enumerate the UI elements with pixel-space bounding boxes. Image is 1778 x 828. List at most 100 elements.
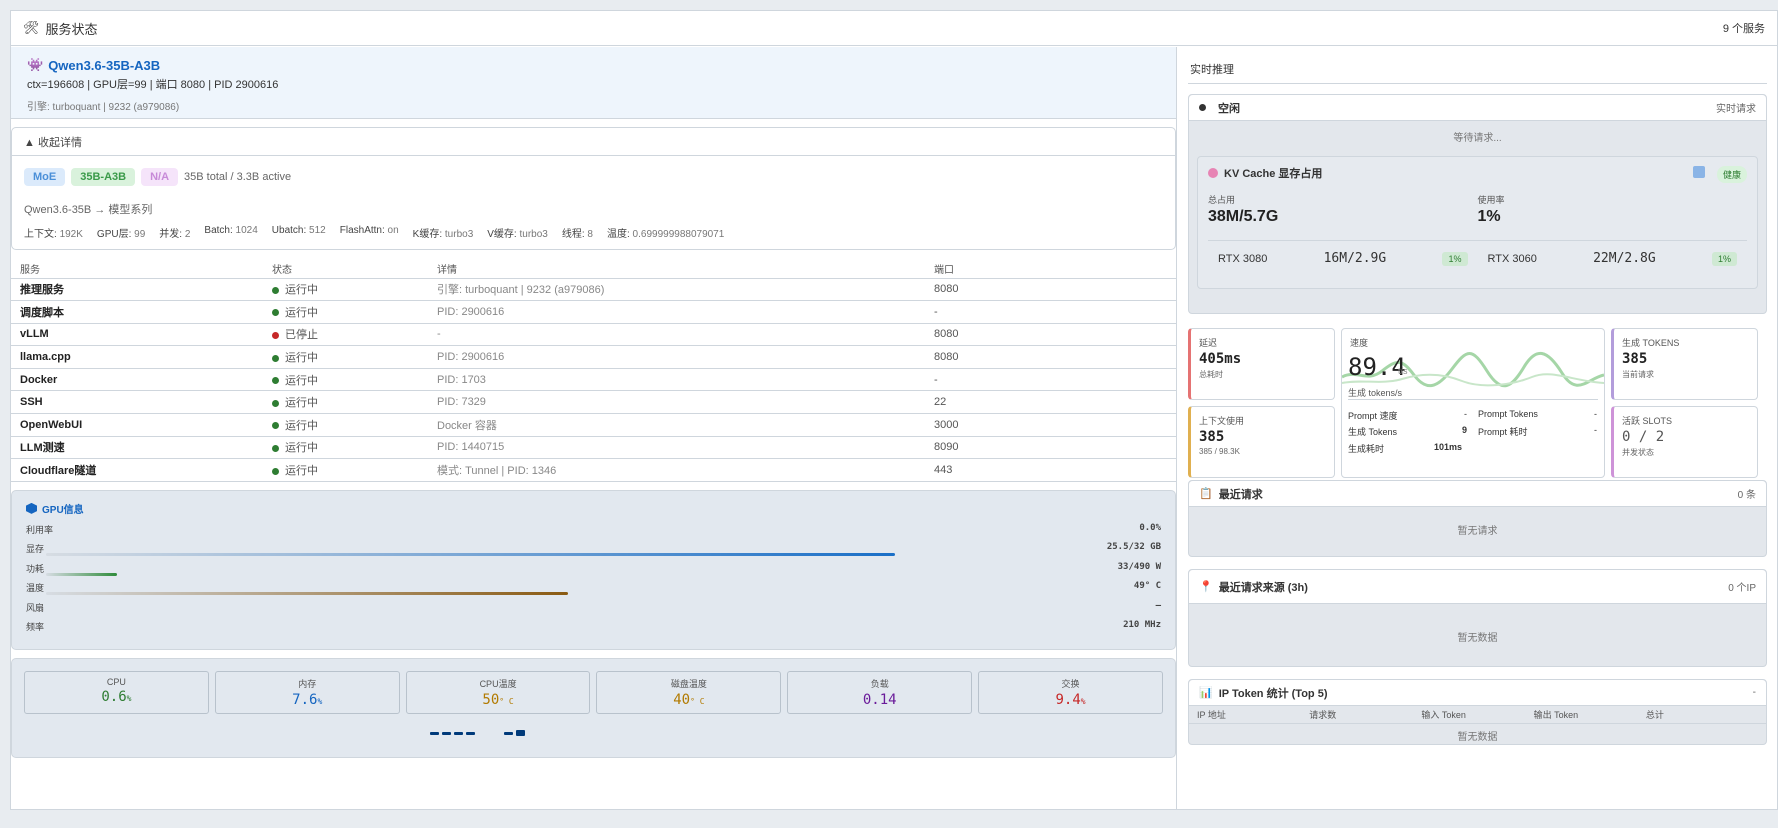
stat-value: 40 [673,691,691,708]
panel-header: 🛠 服务状态 9 个服务 [11,11,1777,46]
params-total: 35B total / 3.3B active [184,171,292,183]
kv-gpu-pct: 1% [1711,251,1737,266]
stat-value: 50 [482,691,500,708]
status-text: 运行中 [285,306,318,319]
service-status: 运行中 [263,458,428,482]
table-row[interactable]: 调度脚本 运行中 PID: 2900616 - [11,300,1176,324]
iptoken-right: - [1752,687,1756,698]
model-param: 线程: 8 [562,225,593,240]
prompt-time-label: Prompt 耗时 [1478,427,1528,437]
model-param: GPU层: 99 [97,225,145,240]
tokens-card: 生成 TOKENS 385 当前请求 [1611,328,1758,400]
right-column: 实时推理 空闲 实时请求 等待请求... KV Cache 显存占用 健康 总占… [1188,47,1767,809]
param-key: K缓存: [412,229,443,240]
status-dot-icon [272,467,279,475]
tokens-sub: 当前请求 [1622,370,1654,379]
status-dot-icon [272,399,279,407]
speed-sub: 生成 tokens/s [1348,388,1403,398]
status-text: 已停止 [285,329,318,342]
pagination-dots[interactable] [24,726,1163,740]
collapse-details-toggle[interactable]: ▲ 收起详情 [12,128,1175,156]
service-status: 运行中 [263,300,428,324]
gen-time-label: 生成耗时 [1348,444,1385,454]
sources-title: 最近请求来源 (3h) [1218,581,1308,594]
recent-empty: 暂无请求 [1457,526,1498,537]
param-key: 并发: [159,229,183,240]
gpu-metric-label: 频率 [26,622,45,633]
service-port: 8080 [925,278,1176,302]
model-name[interactable]: Qwen3.6-35B-A3B [48,58,160,73]
idle-status-dot [1199,104,1206,111]
status-text: 运行中 [285,465,318,478]
table-row[interactable]: Cloudflare隧道 运行中 模式: Tunnel | PID: 1346 … [11,458,1176,482]
gpu-metric-label: 利用率 [26,524,54,535]
column-header: 端口 [925,260,1176,279]
status-text: 运行中 [285,374,318,387]
kv-gpu-1: RTX 3080 16M/2.9G 1% [1208,251,1478,266]
stat-label: CPU温度 [479,678,517,689]
table-row[interactable]: LLM测速 运行中 PID: 1440715 8090 [11,436,1176,460]
gpu-metric-row: 利用率 0.0% [26,520,1161,540]
system-stat-box: 磁盘温度 40° C [596,670,782,714]
table-row[interactable]: OpenWebUI 运行中 Docker 容器 3000 [11,413,1176,437]
realtime-title: 实时推理 [1188,47,1767,84]
sources-empty: 暂无数据 [1457,633,1498,644]
column-header: 输入 Token [1421,710,1466,720]
param-value: 512 [309,225,326,236]
model-param: K缓存: turbo3 [413,225,474,240]
model-params: 上下文: 192K GPU层: 99 并发: 2 Batch: 1024 Ubatch:… [12,217,1175,240]
stat-unit: ° C [690,696,705,706]
stat-label: 交换 [1061,678,1080,689]
gpu-metric-row: 风扇 — [26,598,1161,618]
model-series: Qwen3.6-35B → 模型系列 [24,204,153,216]
stat-unit: ° C [499,696,514,706]
stat-value: 0.6 [101,688,127,705]
service-detail: Docker 容器 [428,413,925,437]
stat-label: 磁盘温度 [670,678,707,689]
param-value: on [387,225,399,236]
service-port: 22 [925,390,1176,415]
table-row[interactable]: vLLM 已停止 - 8080 [11,323,1176,347]
latency-card: 延迟 405ms 总耗时 [1188,328,1335,400]
gpu-metric-value: 33/490 W [1117,561,1161,572]
table-row[interactable]: Docker 运行中 PID: 1703 - [11,368,1176,392]
param-key: V缓存: [487,229,517,240]
param-key: FlashAttn: [339,225,385,236]
gpu-hexagon-icon [26,502,37,514]
column-header: 状态 [263,260,428,279]
prompt-speed-value: - [1464,409,1467,419]
refresh-icon[interactable] [1693,166,1705,178]
status-dot-icon [272,309,279,317]
gen-time-value: 101ms [1434,442,1463,452]
service-port: 8090 [925,436,1176,460]
param-value: 99 [134,229,146,240]
status-text: 运行中 [285,419,318,432]
context-card: 上下文使用 385 385 / 98.3K [1188,406,1335,478]
status-dot-icon [272,422,279,430]
service-detail: PID: 1703 [428,368,925,392]
realtime-state: 空闲 [1218,102,1240,115]
service-name: OpenWebUI [11,413,263,437]
param-key: Ubatch: [271,225,307,236]
column-header: 总计 [1645,710,1664,720]
slots-sub: 并发状态 [1622,448,1654,457]
service-port: 443 [925,458,1176,482]
service-port: - [925,300,1176,324]
table-row[interactable]: SSH 运行中 PID: 7329 22 [11,390,1176,415]
gpu-metric-row: 显存 25.5/32 GB [26,539,1161,559]
gpu-metric-value: 0.0% [1139,522,1161,533]
gpu-metric-value: 25.5/32 GB [1106,542,1161,553]
service-detail: PID: 1440715 [428,436,925,460]
chart-icon: 📊 [1199,687,1213,699]
status-dot-icon [272,332,279,340]
table-row[interactable]: llama.cpp 运行中 PID: 2900616 8080 [11,345,1176,369]
recent-title: 最近请求 [1218,488,1263,501]
param-value: turbo3 [519,229,548,240]
table-row[interactable]: 推理服务 运行中 引擎: turboquant | 9232 (a979086)… [11,278,1176,302]
gpu-metric-label: 功耗 [26,563,45,574]
kv-total-label: 总占用 [1208,195,1236,205]
kv-total-value: 38M/5.7G [1208,208,1279,225]
system-stat-box: 负载 0.14 [787,670,973,714]
model-engine: 引擎: turboquant | 9232 (a979086) [27,102,180,113]
panel-title: 服务状态 [45,21,98,37]
